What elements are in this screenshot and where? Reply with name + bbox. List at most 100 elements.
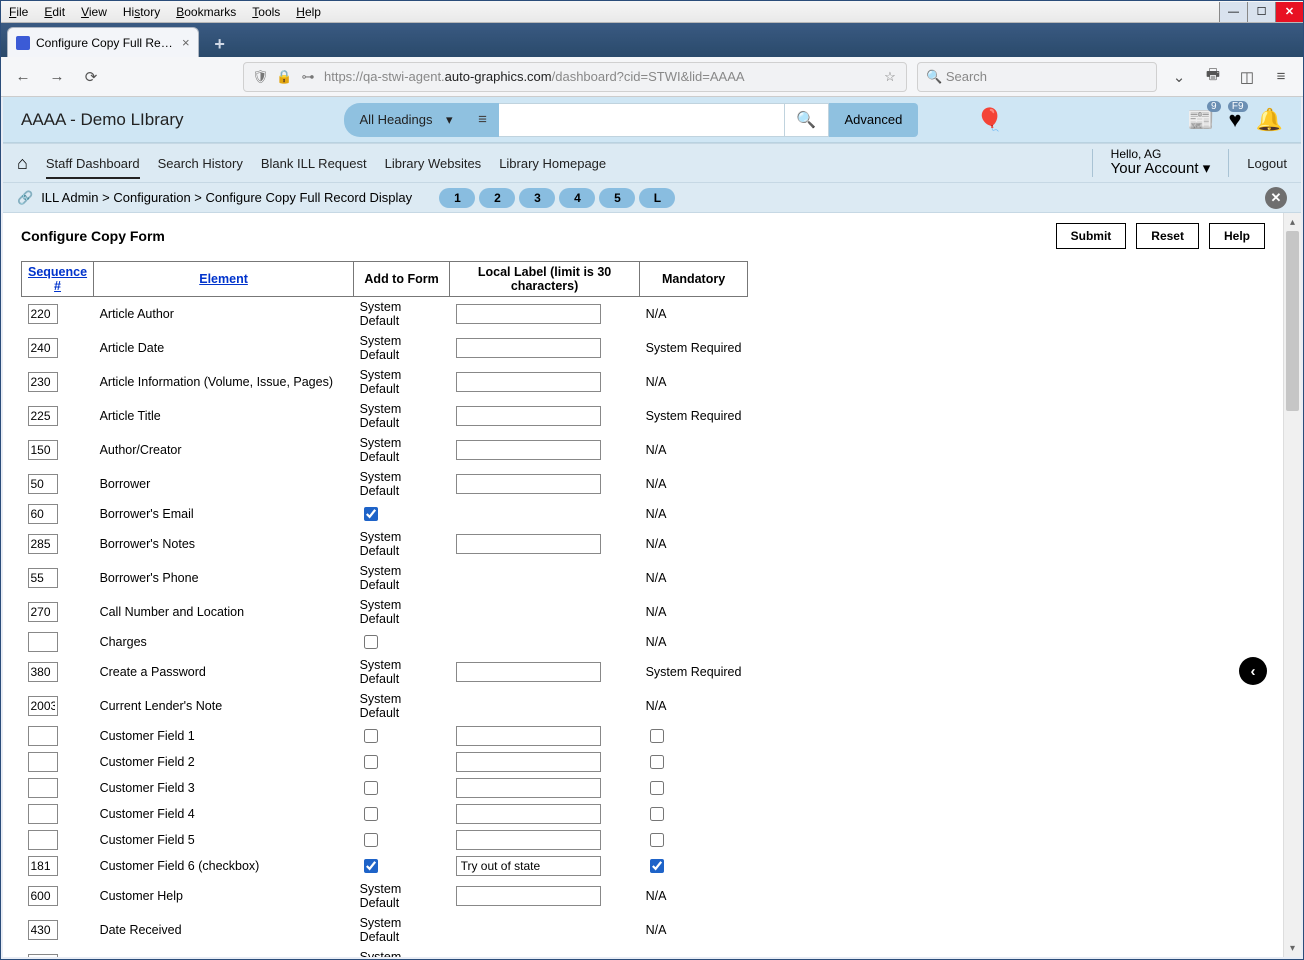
address-bar[interactable]: 🛡 🔒 ⊶ https://qa-stwi-agent.auto-graphic… [243, 62, 907, 92]
sequence-input[interactable] [28, 804, 58, 824]
sequence-input[interactable] [28, 886, 58, 906]
add-to-form-checkbox[interactable] [364, 729, 378, 743]
sequence-input[interactable] [28, 632, 58, 652]
headings-select[interactable]: All Headings [344, 103, 467, 137]
menu-tools[interactable]: Tools [244, 3, 288, 21]
nav-staff-dashboard[interactable]: Staff Dashboard [46, 156, 140, 179]
menu-bookmarks[interactable]: Bookmarks [168, 3, 244, 21]
help-button[interactable]: Help [1209, 223, 1265, 249]
add-to-form-checkbox[interactable] [364, 755, 378, 769]
local-label-input[interactable] [456, 474, 601, 494]
browser-tab[interactable]: Configure Copy Full Record Dis × [7, 27, 199, 57]
sequence-input[interactable] [28, 568, 58, 588]
pocket-icon[interactable]: ⌄ [1167, 65, 1191, 89]
mandatory-checkbox[interactable] [650, 729, 664, 743]
local-label-input[interactable] [456, 304, 601, 324]
mandatory-checkbox[interactable] [650, 755, 664, 769]
close-panel-button[interactable]: ✕ [1265, 187, 1287, 209]
menu-history[interactable]: History [115, 3, 168, 21]
vertical-scrollbar[interactable]: ▴ ▾ [1283, 213, 1301, 957]
add-to-form-checkbox[interactable] [364, 635, 378, 649]
sequence-input[interactable] [28, 752, 58, 772]
balloon-icon[interactable]: 🎈 [976, 107, 1003, 133]
sequence-input[interactable] [28, 372, 58, 392]
sequence-input[interactable] [28, 856, 58, 876]
local-label-input[interactable] [456, 440, 601, 460]
catalog-search-button[interactable]: 🔍 [785, 103, 829, 137]
new-tab-button[interactable]: + [207, 31, 233, 57]
local-label-input[interactable] [456, 406, 601, 426]
local-label-input[interactable] [456, 830, 601, 850]
sequence-input[interactable] [28, 474, 58, 494]
add-to-form-checkbox[interactable] [364, 859, 378, 873]
mandatory-checkbox[interactable] [650, 807, 664, 821]
menu-file[interactable]: File [1, 3, 36, 21]
local-label-input[interactable] [456, 804, 601, 824]
add-to-form-checkbox[interactable] [364, 781, 378, 795]
account-menu[interactable]: Hello, AG Your Account ▾ [1111, 148, 1211, 178]
local-label-input[interactable] [456, 726, 601, 746]
menu-view[interactable]: View [73, 3, 115, 21]
header-sequence[interactable]: Sequence # [28, 265, 87, 293]
add-to-form-checkbox[interactable] [364, 507, 378, 521]
local-label-input[interactable] [456, 534, 601, 554]
sequence-input[interactable] [28, 726, 58, 746]
logout-link[interactable]: Logout [1247, 156, 1287, 171]
pager-5[interactable]: 5 [599, 188, 635, 208]
extension-icon[interactable]: ◫ [1235, 65, 1259, 89]
scroll-thumb[interactable] [1286, 231, 1299, 411]
local-label-input[interactable] [456, 886, 601, 906]
window-close[interactable]: ✕ [1275, 2, 1303, 22]
local-label-input[interactable] [456, 372, 601, 392]
scroll-down-icon[interactable]: ▾ [1284, 939, 1301, 957]
pager-1[interactable]: 1 [439, 188, 475, 208]
favorites-icon[interactable]: ♥F9 [1229, 107, 1242, 133]
reset-button[interactable]: Reset [1136, 223, 1199, 249]
nav-library-homepage[interactable]: Library Homepage [499, 156, 606, 171]
sequence-input[interactable] [28, 954, 58, 957]
advanced-button[interactable]: Advanced [829, 103, 919, 137]
browser-search[interactable]: 🔍 Search [917, 62, 1157, 92]
tab-close-icon[interactable]: × [182, 35, 190, 50]
add-to-form-checkbox[interactable] [364, 833, 378, 847]
sequence-input[interactable] [28, 778, 58, 798]
sequence-input[interactable] [28, 830, 58, 850]
pager-4[interactable]: 4 [559, 188, 595, 208]
add-to-form-checkbox[interactable] [364, 807, 378, 821]
sequence-input[interactable] [28, 304, 58, 324]
bell-icon[interactable]: 🔔 [1256, 107, 1283, 133]
sequence-input[interactable] [28, 534, 58, 554]
print-icon[interactable]: 🖶 [1201, 65, 1225, 89]
sequence-input[interactable] [28, 662, 58, 682]
local-label-input[interactable] [456, 338, 601, 358]
pager-2[interactable]: 2 [479, 188, 515, 208]
nav-search-history[interactable]: Search History [158, 156, 243, 171]
menu-edit[interactable]: Edit [36, 3, 73, 21]
forward-button[interactable]: → [45, 65, 69, 89]
sequence-input[interactable] [28, 440, 58, 460]
sequence-input[interactable] [28, 338, 58, 358]
local-label-input[interactable] [456, 662, 601, 682]
local-label-input[interactable] [456, 856, 601, 876]
pager-L[interactable]: L [639, 188, 675, 208]
hamburger-icon[interactable]: ≡ [1269, 65, 1293, 89]
nav-blank-ill[interactable]: Blank ILL Request [261, 156, 367, 171]
sequence-input[interactable] [28, 920, 58, 940]
window-minimize[interactable]: — [1219, 2, 1247, 22]
my-list-icon[interactable]: 📰9 [1187, 107, 1214, 133]
submit-button[interactable]: Submit [1056, 223, 1127, 249]
star-icon[interactable]: ☆ [882, 69, 898, 85]
catalog-search-input[interactable] [499, 103, 785, 137]
sequence-input[interactable] [28, 406, 58, 426]
nav-library-websites[interactable]: Library Websites [385, 156, 482, 171]
sequence-input[interactable] [28, 696, 58, 716]
pager-3[interactable]: 3 [519, 188, 555, 208]
mandatory-checkbox[interactable] [650, 833, 664, 847]
database-icon[interactable]: ≡ [467, 103, 499, 137]
local-label-input[interactable] [456, 778, 601, 798]
local-label-input[interactable] [456, 752, 601, 772]
back-button[interactable]: ← [11, 65, 35, 89]
reload-button[interactable]: ⟳ [79, 65, 103, 89]
sequence-input[interactable] [28, 602, 58, 622]
mandatory-checkbox[interactable] [650, 859, 664, 873]
